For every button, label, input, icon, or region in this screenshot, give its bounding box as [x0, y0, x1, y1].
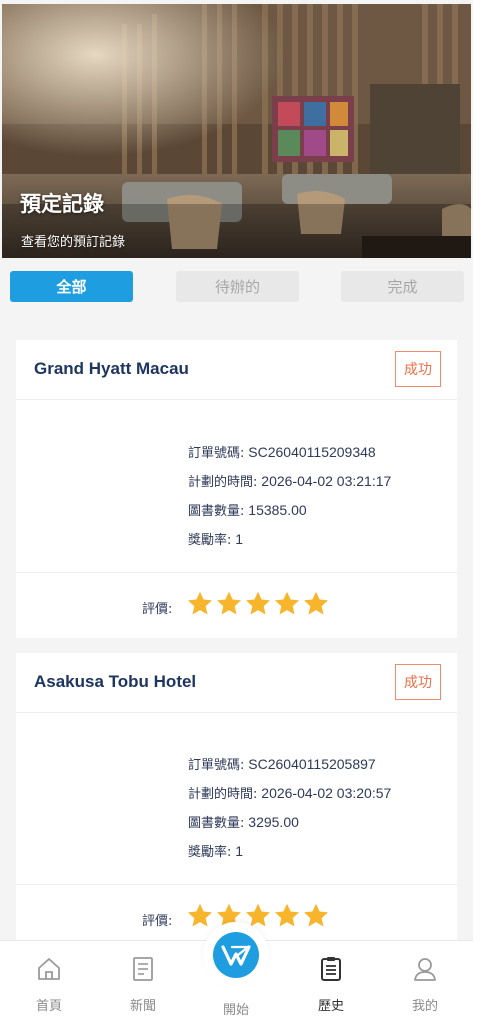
nav-history-label: 歷史	[317, 999, 344, 1014]
book-count-value: 15385.00	[248, 502, 307, 518]
star-icon	[303, 903, 329, 927]
tab-pending[interactable]: 待辦的	[176, 271, 299, 302]
book-count-label: 圖書數量:	[188, 816, 245, 831]
order-number-value: SC26040115205897	[248, 756, 376, 772]
book-count-label: 圖書數量:	[188, 504, 245, 519]
tab-completed[interactable]: 完成	[341, 271, 464, 302]
app-screen: 預定記錄 查看您的預訂記錄 全部 待辦的 完成 Grand Hyatt Maca…	[0, 0, 473, 1024]
order-number-label: 訂單號碼:	[188, 446, 245, 461]
star-icon	[187, 591, 213, 615]
reward-rate-label: 獎勵率:	[188, 845, 232, 860]
star-icon	[245, 591, 271, 615]
star-icon	[187, 903, 213, 927]
book-count-row: 圖書數量: 3295.00	[188, 812, 299, 831]
nav-profile-label: 我的	[411, 999, 438, 1014]
planned-time-row: 計劃的時間: 2026-04-02 03:21:17	[188, 471, 391, 490]
order-card-header: Grand Hyatt Macau 成功	[16, 340, 457, 400]
nav-home-label: 首頁	[35, 999, 62, 1014]
tab-all[interactable]: 全部	[10, 271, 133, 302]
lobby-photo	[2, 4, 471, 258]
home-icon	[38, 958, 60, 980]
order-number-label: 訂單號碼:	[188, 758, 245, 773]
reward-rate-row: 獎勵率: 1	[188, 841, 243, 860]
nav-news-label: 新聞	[129, 999, 156, 1014]
hotel-name: Asakusa Tobu Hotel	[34, 672, 197, 691]
hotel-name: Grand Hyatt Macau	[34, 359, 189, 378]
order-number-value: SC26040115209348	[248, 444, 376, 460]
star-icon	[274, 903, 300, 927]
book-count-value: 3295.00	[248, 814, 299, 830]
history-icon	[321, 957, 341, 981]
planned-time-value: 2026-04-02 03:21:17	[261, 473, 392, 489]
nav-history[interactable]: 歷史	[296, 941, 366, 1024]
rating-label: 評價:	[142, 914, 173, 929]
planned-time-label: 計劃的時間:	[188, 475, 258, 490]
star-icon	[274, 591, 300, 615]
status-badge: 成功	[395, 351, 441, 387]
order-card[interactable]: Asakusa Tobu Hotel 成功 訂單號碼: SC2604011520…	[16, 653, 457, 953]
star-icon	[216, 591, 242, 615]
nav-start-label: 開始	[222, 1003, 249, 1018]
planned-time-label: 計劃的時間:	[188, 787, 258, 802]
book-count-row: 圖書數量: 15385.00	[188, 500, 307, 519]
start-button[interactable]	[213, 932, 259, 978]
nav-home[interactable]: 首頁	[14, 941, 84, 1024]
news-icon	[133, 957, 153, 981]
rating-label: 評價:	[142, 602, 173, 617]
hero-banner: 預定記錄 查看您的預訂記錄	[2, 4, 471, 258]
star-rating	[186, 590, 330, 618]
star-icon	[303, 591, 329, 615]
order-card[interactable]: Grand Hyatt Macau 成功 訂單號碼: SC26040115209…	[16, 340, 457, 638]
star-rating	[186, 902, 330, 930]
page-title: 預定記錄	[20, 192, 104, 216]
reward-rate-row: 獎勵率: 1	[188, 529, 243, 548]
nav-news[interactable]: 新聞	[108, 941, 178, 1024]
order-card-header: Asakusa Tobu Hotel 成功	[16, 653, 457, 713]
profile-icon	[414, 958, 436, 981]
planned-time-row: 計劃的時間: 2026-04-02 03:20:57	[188, 783, 391, 802]
planned-time-value: 2026-04-02 03:20:57	[261, 785, 392, 801]
reward-rate-value: 1	[235, 843, 244, 859]
reward-rate-value: 1	[235, 531, 244, 547]
start-logo-icon	[221, 945, 251, 966]
rating-row: 評價:	[16, 572, 457, 638]
reward-rate-label: 獎勵率:	[188, 533, 232, 548]
nav-profile[interactable]: 我的	[390, 941, 460, 1024]
order-number-row: 訂單號碼: SC26040115209348	[188, 442, 376, 461]
status-badge: 成功	[395, 664, 441, 700]
order-number-row: 訂單號碼: SC26040115205897	[188, 754, 376, 773]
page-subtitle: 查看您的預訂記錄	[21, 235, 126, 250]
